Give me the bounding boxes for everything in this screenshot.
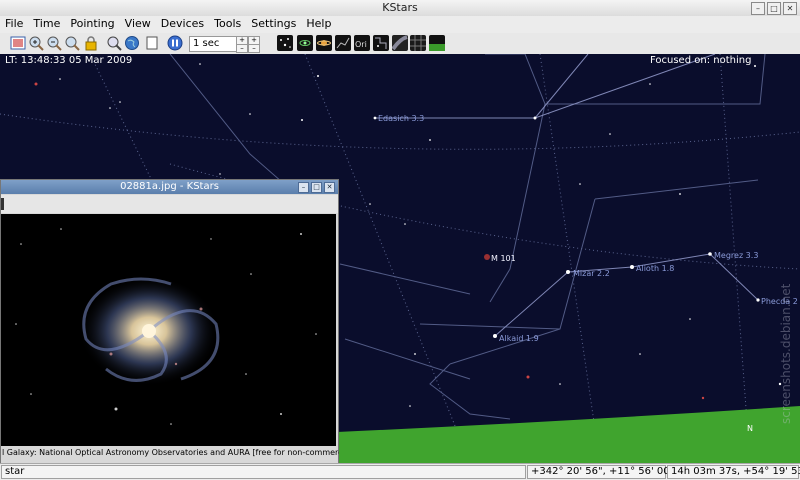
menu-settings[interactable]: Settings xyxy=(246,16,301,33)
status-object: star xyxy=(1,465,526,479)
ground-icon[interactable] xyxy=(429,35,445,51)
window-title: KStars xyxy=(382,1,418,14)
title-bar: KStars – □ ✕ xyxy=(0,0,800,17)
menu-bar: File Time Pointing View Devices Tools Se… xyxy=(0,16,800,33)
image-close-button[interactable]: ✕ xyxy=(324,182,335,193)
star-label-megrez[interactable]: Megrez 3.3 xyxy=(714,251,758,260)
zoom-in-icon[interactable] xyxy=(28,35,44,51)
pause-icon[interactable] xyxy=(167,35,183,51)
coordinate-grid-icon[interactable] xyxy=(410,35,426,51)
zoom-default-icon[interactable] xyxy=(64,35,80,51)
search-icon[interactable] xyxy=(106,35,122,51)
time-step-down[interactable]: – xyxy=(236,44,248,53)
menu-devices[interactable]: Devices xyxy=(156,16,209,33)
milky-way-icon[interactable] xyxy=(392,35,408,51)
star-label-alkaid[interactable]: Alkaid 1.9 xyxy=(499,334,539,343)
time-step-down-alt[interactable]: – xyxy=(248,44,260,53)
watermark: screenshots.debian.net xyxy=(779,283,793,424)
status-azalt: +342° 20' 56", +11° 56' 00" xyxy=(527,465,674,479)
image-viewer-titlebar[interactable]: 02881a.jpg - KStars – □ ✕ xyxy=(1,180,338,194)
lock-icon[interactable] xyxy=(83,35,99,51)
globe-icon[interactable] xyxy=(124,35,140,51)
focus-label: Focused on: nothing xyxy=(650,55,752,66)
time-step-input[interactable]: 1 sec xyxy=(189,36,240,52)
solar-system-icon[interactable] xyxy=(316,35,332,51)
image-viewer-title: 02881a.jpg - KStars xyxy=(120,181,219,192)
status-bar: star +342° 20' 56", +11° 56' 00" 14h 03m… xyxy=(0,463,800,480)
zoom-out-icon[interactable] xyxy=(46,35,62,51)
galaxy-image xyxy=(1,214,336,446)
menu-pointing[interactable]: Pointing xyxy=(65,16,119,33)
star-label-alioth[interactable]: Alioth 1.8 xyxy=(636,264,674,273)
menu-file[interactable]: File xyxy=(0,16,28,33)
maximize-button[interactable]: □ xyxy=(767,2,781,15)
menu-tools[interactable]: Tools xyxy=(209,16,246,33)
constellation-lines-icon[interactable] xyxy=(335,35,351,51)
star-label-edasich[interactable]: Edasich 3.3 xyxy=(378,114,424,123)
image-viewer-toolbar xyxy=(1,195,338,213)
image-viewer-window[interactable]: 02881a.jpg - KStars – □ ✕ l Galaxy: Nati… xyxy=(0,179,339,465)
image-caption: l Galaxy: National Optical Astronomy Obs… xyxy=(2,448,339,457)
constellation-names-icon[interactable]: Ori xyxy=(354,35,370,51)
galaxy-label-m101[interactable]: M 101 xyxy=(491,254,516,263)
menu-help[interactable]: Help xyxy=(301,16,336,33)
toolbar: 1 sec + + – – Ori xyxy=(0,33,800,55)
ok-icon[interactable] xyxy=(10,35,26,51)
menu-time[interactable]: Time xyxy=(28,16,65,33)
menu-view[interactable]: View xyxy=(120,16,156,33)
status-radec: 14h 03m 37s, +54° 19' 53" xyxy=(667,465,800,479)
image-minimize-button[interactable]: – xyxy=(298,182,309,193)
star-label-mizar[interactable]: Mizar 2.2 xyxy=(573,269,610,278)
north-marker: N xyxy=(747,424,753,433)
constellation-boundaries-icon[interactable] xyxy=(373,35,389,51)
close-button[interactable]: ✕ xyxy=(783,2,797,15)
save-icon[interactable] xyxy=(1,198,4,210)
deep-sky-icon[interactable] xyxy=(297,35,313,51)
svg-text:Ori: Ori xyxy=(355,40,367,49)
stars-icon[interactable] xyxy=(277,35,293,51)
minimize-button[interactable]: – xyxy=(751,2,765,15)
image-maximize-button[interactable]: □ xyxy=(311,182,322,193)
document-icon[interactable] xyxy=(144,35,160,51)
local-time-label: LT: 13:48:33 05 Mar 2009 xyxy=(5,55,133,66)
